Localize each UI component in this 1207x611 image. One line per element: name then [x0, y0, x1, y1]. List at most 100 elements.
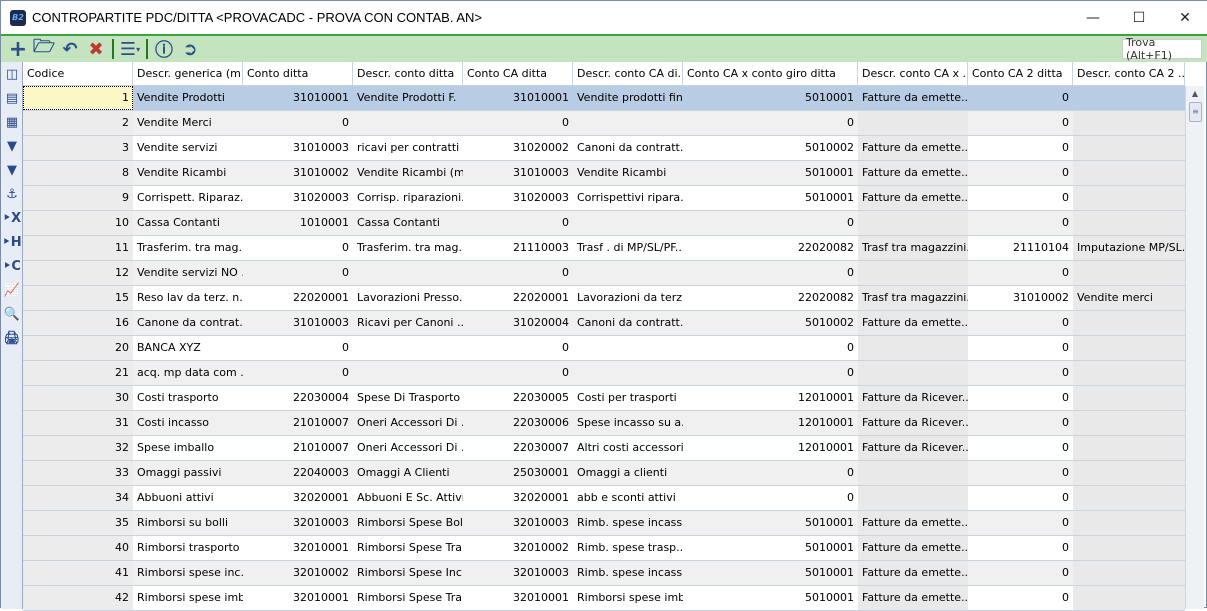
cell-conto-ca-giro[interactable]: 5010001: [683, 536, 858, 560]
cell-descr-generica[interactable]: Rimborsi spese imb...: [133, 586, 243, 610]
cell-descr-conto-ca-ditta[interactable]: Canoni da contratt...: [573, 136, 683, 160]
cell-descr-generica[interactable]: Abbuoni attivi: [133, 486, 243, 510]
cell-descr-generica[interactable]: Costi trasporto: [133, 386, 243, 410]
cell-conto-ca-ditta[interactable]: 32010001: [463, 586, 573, 610]
cell-conto-ca-ditta[interactable]: 22030007: [463, 436, 573, 460]
cell-conto-ca-ditta[interactable]: 22030006: [463, 411, 573, 435]
maximize-button[interactable]: ☐: [1116, 1, 1162, 34]
find-input[interactable]: Trova (Alt+F1): [1122, 36, 1202, 62]
cell-descr-conto-ca-ditta[interactable]: [573, 336, 683, 360]
columns-icon[interactable]: ◫: [1, 62, 23, 86]
cell-descr-conto-ca-ditta[interactable]: Rimb. spese incass...: [573, 561, 683, 585]
cell-descr-conto-ca-ditta[interactable]: Trasf . di MP/SL/PF...: [573, 236, 683, 260]
filter-icon[interactable]: ▼: [1, 134, 23, 158]
cell-descr-generica[interactable]: Rimborsi su bolli: [133, 511, 243, 535]
cell-descr-conto-ca-ditta[interactable]: Rimborsi spese imb...: [573, 586, 683, 610]
cell-codice[interactable]: 10: [23, 211, 133, 235]
cell-descr-generica[interactable]: Vendite servizi NO ...: [133, 261, 243, 285]
cell-codice[interactable]: 11: [23, 236, 133, 260]
table-row[interactable]: 8 Vendite Ricambi 31010002 Vendite Ricambi …: [23, 161, 1185, 186]
column-header-descr-conto-ca-ditta[interactable]: Descr. conto CA di...: [573, 62, 683, 85]
filter-advanced-icon[interactable]: ▼: [1, 158, 23, 182]
table-row[interactable]: 16 Canone da contrat... 31010003 Ricavi per…: [23, 311, 1185, 336]
cell-conto-ca-ditta[interactable]: 31020002: [463, 136, 573, 160]
cell-codice[interactable]: 21: [23, 361, 133, 385]
cell-descr-generica[interactable]: Corrispett. Riparaz...: [133, 186, 243, 210]
cell-conto-ca-giro[interactable]: 0: [683, 336, 858, 360]
cell-descr-conto-ca2[interactable]: [1073, 336, 1185, 360]
cell-descr-conto-ca-giro[interactable]: [858, 211, 968, 235]
cell-conto-ca2-ditta[interactable]: 0: [968, 336, 1073, 360]
cell-descr-conto-ca-giro[interactable]: Fatture da emette...: [858, 311, 968, 335]
cell-conto-ditta[interactable]: 32010001: [243, 536, 353, 560]
table-row[interactable]: 31 Costi incasso 21010007 Oneri Accessori D…: [23, 411, 1185, 436]
cell-conto-ca2-ditta[interactable]: 0: [968, 136, 1073, 160]
cell-codice[interactable]: 16: [23, 311, 133, 335]
cell-codice[interactable]: 20: [23, 336, 133, 360]
cell-conto-ca-giro[interactable]: 12010001: [683, 411, 858, 435]
cell-conto-ditta[interactable]: 21010007: [243, 436, 353, 460]
cell-descr-conto-ca-ditta[interactable]: Corrispettivi ripara...: [573, 186, 683, 210]
cell-descr-conto-ca-giro[interactable]: Fatture da emette...: [858, 536, 968, 560]
cell-conto-ca2-ditta[interactable]: 31010002: [968, 286, 1073, 310]
cell-descr-conto-ca-giro[interactable]: [858, 461, 968, 485]
cell-descr-conto-ca-ditta[interactable]: Canoni da contratt...: [573, 311, 683, 335]
cell-descr-generica[interactable]: Rimborsi trasporto: [133, 536, 243, 560]
cell-codice[interactable]: 9: [23, 186, 133, 210]
cell-conto-ca-giro[interactable]: 0: [683, 361, 858, 385]
cell-conto-ditta[interactable]: 0: [243, 111, 353, 135]
chart-icon[interactable]: 📈: [1, 278, 23, 302]
cell-conto-ditta[interactable]: 0: [243, 336, 353, 360]
cell-descr-conto-ca-ditta[interactable]: Vendite prodotti finiti: [573, 86, 683, 110]
cell-conto-ditta[interactable]: 22030004: [243, 386, 353, 410]
cell-descr-generica[interactable]: Canone da contrat...: [133, 311, 243, 335]
table-row[interactable]: 21 acq. mp data com ... 0 0 0 0: [23, 361, 1185, 386]
column-header-descr-generica[interactable]: Descr. generica (m...: [133, 62, 243, 85]
cell-descr-conto-ditta[interactable]: [353, 111, 463, 135]
export-h-icon[interactable]: ‣H: [1, 230, 23, 254]
cell-descr-conto-ca2[interactable]: [1073, 186, 1185, 210]
cell-conto-ditta[interactable]: 32010003: [243, 511, 353, 535]
open-folder-icon[interactable]: 🗁: [31, 36, 57, 61]
cell-conto-ca2-ditta[interactable]: 0: [968, 211, 1073, 235]
cell-descr-generica[interactable]: Vendite Ricambi: [133, 161, 243, 185]
table-row[interactable]: 33 Omaggi passivi 22040003 Omaggi A Clienti…: [23, 461, 1185, 486]
cell-conto-ca-ditta[interactable]: 0: [463, 261, 573, 285]
cell-conto-ca-giro[interactable]: 0: [683, 461, 858, 485]
table-row[interactable]: 2 Vendite Merci 0 0 0 0: [23, 111, 1185, 136]
cell-conto-ca-giro[interactable]: 5010002: [683, 311, 858, 335]
cell-descr-conto-ditta[interactable]: Vendite Prodotti F.: [353, 86, 463, 110]
export-c-icon[interactable]: ‣C: [1, 254, 23, 278]
cell-conto-ca-giro[interactable]: 0: [683, 486, 858, 510]
cell-descr-conto-ca-ditta[interactable]: [573, 361, 683, 385]
cell-descr-conto-ca2[interactable]: [1073, 561, 1185, 585]
cell-descr-conto-ca2[interactable]: [1073, 211, 1185, 235]
cell-descr-conto-ca-ditta[interactable]: Rimb. spese trasp...: [573, 536, 683, 560]
cell-descr-conto-ca-giro[interactable]: Trasf tra magazzini...: [858, 236, 968, 260]
cell-conto-ditta[interactable]: 0: [243, 261, 353, 285]
cell-conto-ca-giro[interactable]: 5010001: [683, 186, 858, 210]
cell-conto-ditta[interactable]: 31010001: [243, 86, 353, 110]
cell-conto-ca-ditta[interactable]: 0: [463, 111, 573, 135]
cell-conto-ca-ditta[interactable]: 32010003: [463, 561, 573, 585]
table-row[interactable]: 1 Vendite Prodotti 31010001 Vendite Prodott…: [23, 86, 1185, 111]
cell-descr-conto-ca-ditta[interactable]: Lavorazioni da terz...: [573, 286, 683, 310]
cell-descr-conto-ca2[interactable]: [1073, 136, 1185, 160]
cell-descr-conto-ca-giro[interactable]: Fatture da Ricever...: [858, 411, 968, 435]
cell-codice[interactable]: 40: [23, 536, 133, 560]
table-row[interactable]: 20 BANCA XYZ 0 0 0 0: [23, 336, 1185, 361]
cell-conto-ca-ditta[interactable]: 31010001: [463, 86, 573, 110]
cell-descr-generica[interactable]: Vendite Prodotti: [133, 86, 243, 110]
cell-descr-conto-ca2[interactable]: [1073, 111, 1185, 135]
table-row[interactable]: 30 Costi trasporto 22030004 Spese Di Traspo…: [23, 386, 1185, 411]
cell-descr-conto-ca-giro[interactable]: Fatture da emette...: [858, 161, 968, 185]
undo-icon[interactable]: ↶: [57, 37, 83, 61]
cell-descr-conto-ca2[interactable]: [1073, 361, 1185, 385]
cell-descr-conto-ca-ditta[interactable]: Vendite Ricambi: [573, 161, 683, 185]
cell-conto-ca2-ditta[interactable]: 0: [968, 361, 1073, 385]
vertical-scrollbar[interactable]: ▲ ≡: [1185, 86, 1204, 609]
cell-descr-conto-ditta[interactable]: [353, 336, 463, 360]
table-row[interactable]: 32 Spese imballo 21010007 Oneri Accessori D…: [23, 436, 1185, 461]
close-button[interactable]: ✕: [1162, 1, 1207, 34]
cell-codice[interactable]: 41: [23, 561, 133, 585]
